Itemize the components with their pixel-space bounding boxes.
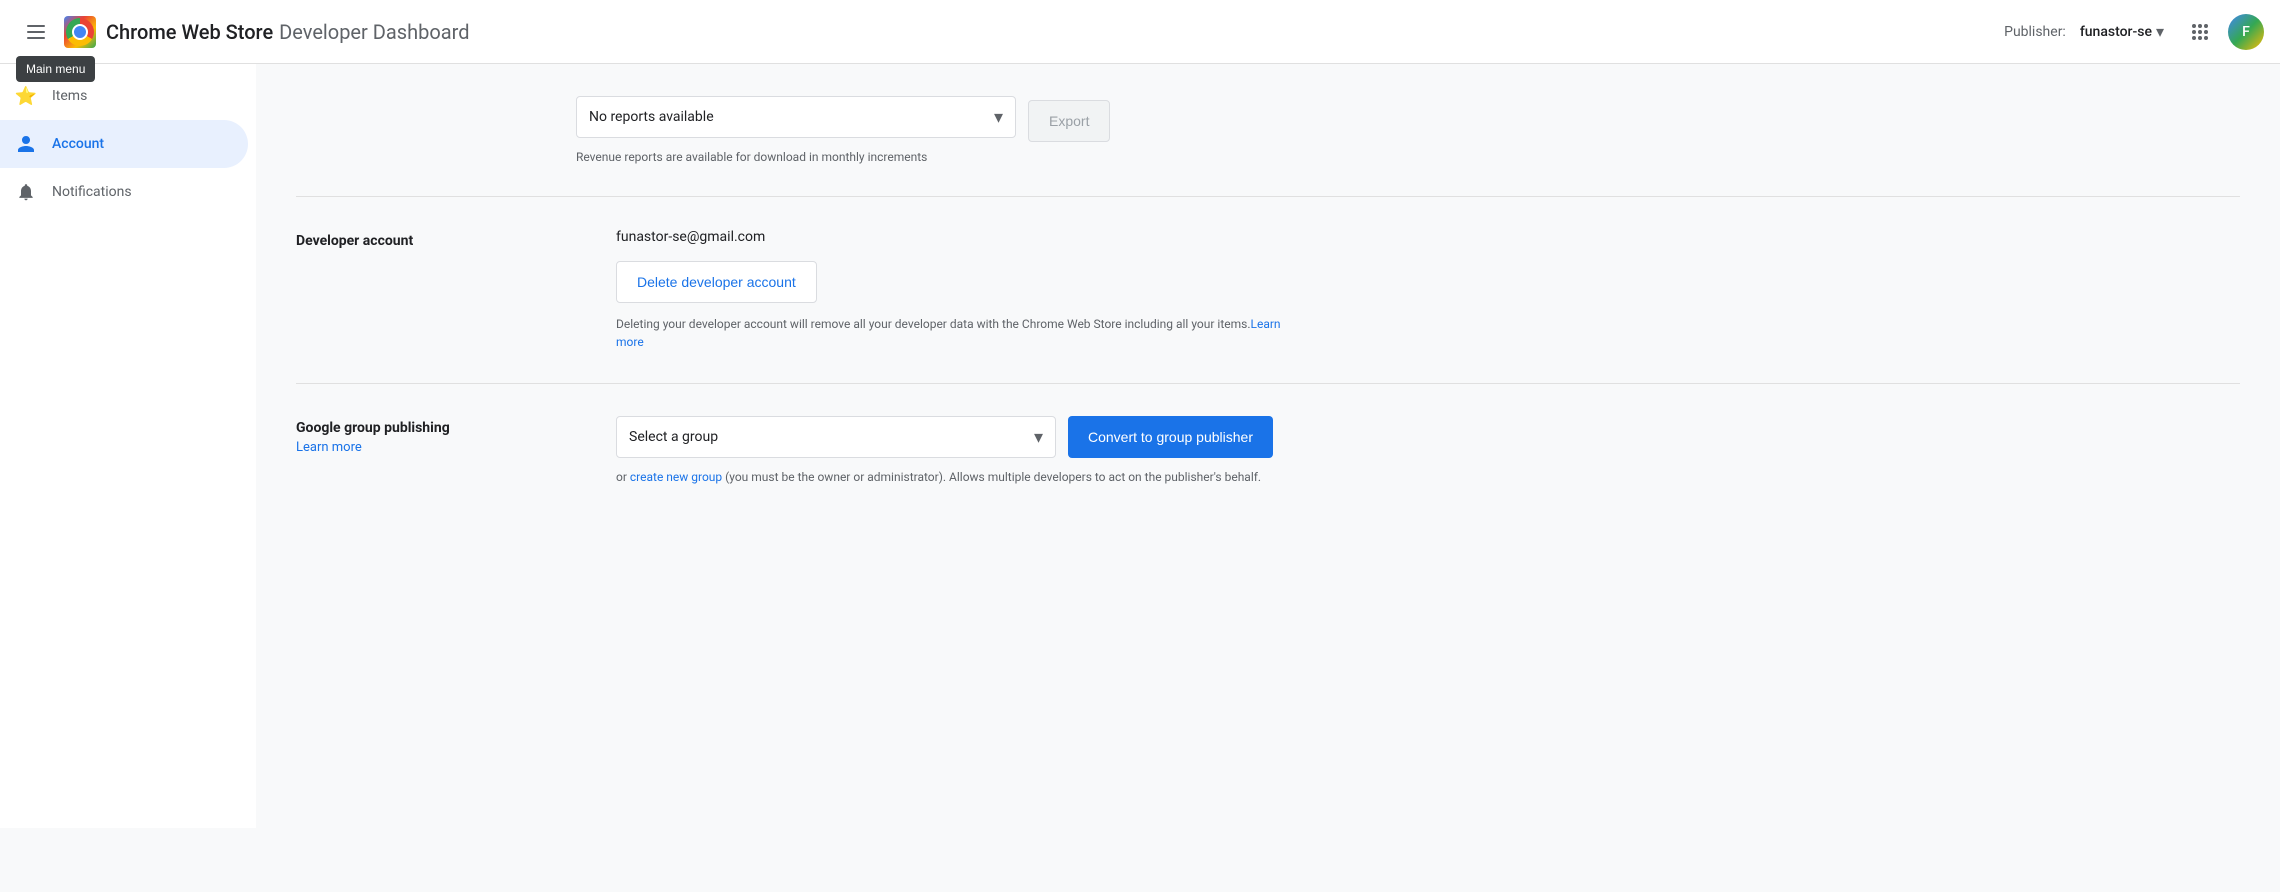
app-title: Chrome Web StoreDeveloper Dashboard <box>106 20 470 44</box>
group-publishing-content: Select a group ▾ Convert to group publis… <box>616 416 2240 486</box>
sidebar-item-items[interactable]: ⭐ Items <box>0 72 248 120</box>
revenue-dropdown-arrow: ▾ <box>994 107 1003 128</box>
developer-account-label: Developer account <box>296 229 576 351</box>
sidebar-item-notifications-label: Notifications <box>52 184 132 200</box>
google-apps-button[interactable] <box>2180 12 2220 52</box>
export-button[interactable]: Export <box>1028 100 1110 142</box>
account-icon <box>16 134 36 154</box>
menu-button[interactable]: Main menu <box>16 12 56 52</box>
grid-icon <box>2192 24 2208 40</box>
revenue-content: No reports available ▾ Export Revenue re… <box>576 96 2240 164</box>
group-row: Select a group ▾ Convert to group publis… <box>616 416 2240 458</box>
revenue-reports-dropdown[interactable]: No reports available ▾ <box>576 96 1016 138</box>
sidebar: ⭐ Items Account Notifications <box>0 64 256 828</box>
developer-email: funastor-se@gmail.com <box>616 229 2240 245</box>
revenue-section: No reports available ▾ Export Revenue re… <box>296 88 2240 197</box>
group-publishing-label: Google group publishing Learn more <box>296 416 576 486</box>
sidebar-item-account-label: Account <box>52 136 104 152</box>
publisher-dropdown-arrow: ▾ <box>2156 22 2164 41</box>
chrome-logo <box>64 16 96 48</box>
group-select-arrow: ▾ <box>1034 427 1043 448</box>
publisher-dropdown[interactable]: funastor-se ▾ <box>2072 16 2172 47</box>
avatar[interactable]: F <box>2228 14 2264 50</box>
hamburger-icon <box>27 25 45 39</box>
page-layout: ⭐ Items Account Notifications <box>0 64 2280 828</box>
items-icon: ⭐ <box>16 86 36 106</box>
delete-hint: Deleting your developer account will rem… <box>616 315 1296 351</box>
convert-to-group-publisher-button[interactable]: Convert to group publisher <box>1068 416 1273 458</box>
group-select-dropdown[interactable]: Select a group ▾ <box>616 416 1056 458</box>
create-new-group-link[interactable]: create new group <box>630 470 722 484</box>
group-hint: or create new group (you must be the own… <box>616 468 1296 486</box>
developer-account-content: funastor-se@gmail.com Delete developer a… <box>616 229 2240 351</box>
developer-account-section: Developer account funastor-se@gmail.com … <box>296 197 2240 384</box>
group-publishing-learn-more-link[interactable]: Learn more <box>296 440 576 455</box>
main-content: No reports available ▾ Export Revenue re… <box>256 64 2280 828</box>
app-header: Main menu Chrome Web StoreDeveloper Dash… <box>0 0 2280 64</box>
revenue-dropdown-text: No reports available <box>589 109 994 125</box>
publisher-label: Publisher: <box>2004 24 2066 40</box>
sidebar-item-account[interactable]: Account <box>0 120 248 168</box>
delete-developer-account-button[interactable]: Delete developer account <box>616 261 817 303</box>
revenue-hint: Revenue reports are available for downlo… <box>576 150 2240 164</box>
sidebar-item-items-label: Items <box>52 88 87 104</box>
group-publishing-section: Google group publishing Learn more Selec… <box>296 384 2240 518</box>
notifications-icon <box>16 182 36 202</box>
group-select-text: Select a group <box>629 429 1034 445</box>
sidebar-item-notifications[interactable]: Notifications <box>0 168 248 216</box>
publisher-name: funastor-se <box>2080 24 2152 40</box>
